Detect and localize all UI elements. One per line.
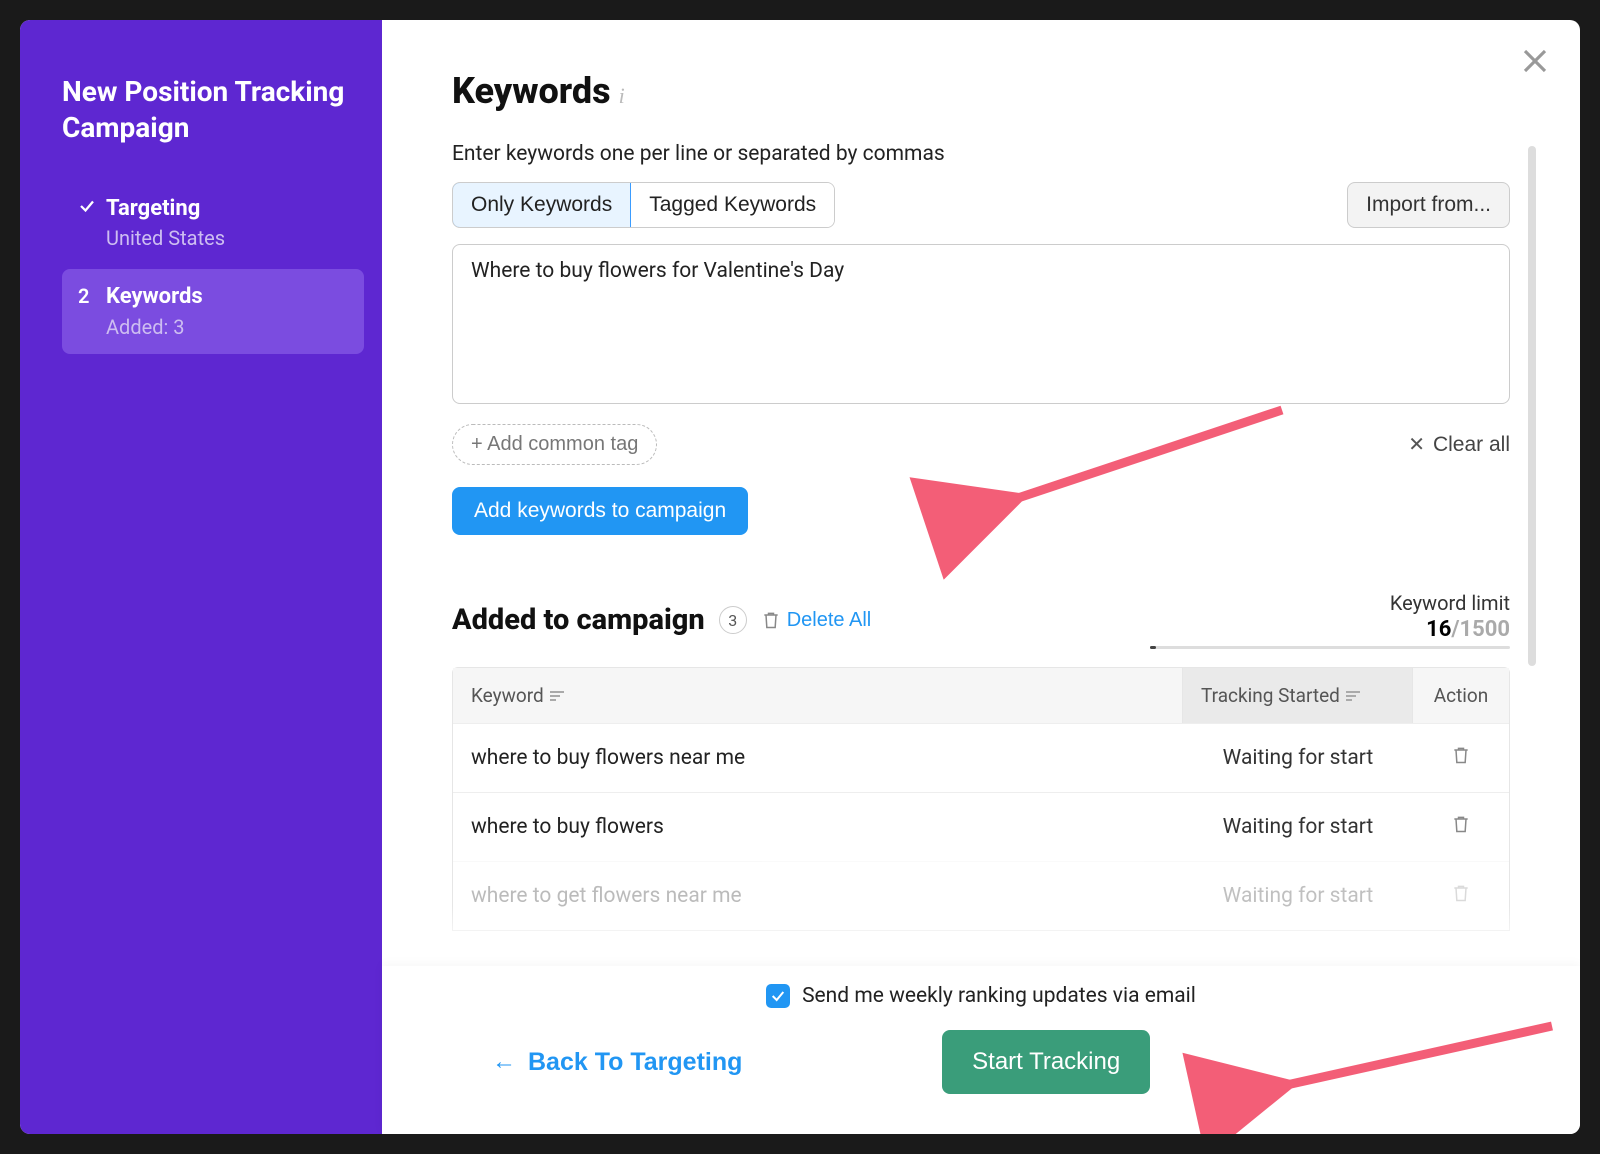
table-row: where to buy flowers near me Waiting for… <box>453 723 1509 792</box>
sort-icon <box>550 691 564 701</box>
td-action <box>1413 793 1509 861</box>
step-label: Keywords <box>106 283 348 311</box>
modal-main: Keywords i Enter keywords one per line o… <box>382 20 1580 1134</box>
step-sub: Added: 3 <box>106 315 348 340</box>
step-sub: United States <box>106 226 348 251</box>
tab-tagged-keywords[interactable]: Tagged Keywords <box>630 183 834 227</box>
keywords-table: Keyword Tracking Started Action where to… <box>452 667 1510 931</box>
add-common-tag-button[interactable]: + Add common tag <box>452 424 657 465</box>
arrow-left-icon: ← <box>492 1048 516 1076</box>
back-button[interactable]: ← Back To Targeting <box>452 1048 742 1077</box>
keywords-textarea[interactable] <box>452 244 1510 404</box>
table-row: where to buy flowers Waiting for start <box>453 792 1509 861</box>
weekly-email-row: Send me weekly ranking updates via email <box>452 984 1510 1008</box>
back-button-label: Back To Targeting <box>528 1048 742 1077</box>
trash-icon <box>761 609 781 631</box>
td-keyword: where to buy flowers <box>453 795 1183 859</box>
delete-row-button[interactable] <box>1451 882 1471 904</box>
scrollbar[interactable] <box>1528 146 1536 666</box>
campaign-sidebar: New Position Tracking Campaign Targeting… <box>20 20 382 1134</box>
added-count-badge: 3 <box>719 606 747 634</box>
sidebar-step-targeting[interactable]: Targeting United States <box>62 181 364 266</box>
sidebar-step-keywords[interactable]: 2 Keywords Added: 3 <box>62 269 364 354</box>
keyword-mode-segment: Only Keywords Tagged Keywords <box>452 182 835 228</box>
delete-all-button[interactable]: Delete All <box>761 609 872 632</box>
content-area: Keywords i Enter keywords one per line o… <box>382 20 1580 966</box>
sort-icon <box>1346 691 1360 701</box>
th-action: Action <box>1413 668 1509 723</box>
info-icon[interactable]: i <box>619 83 625 109</box>
tag-row: + Add common tag ✕ Clear all <box>452 424 1510 465</box>
table-row: where to get flowers near me Waiting for… <box>453 861 1509 930</box>
table-header: Keyword Tracking Started Action <box>453 668 1509 723</box>
th-tracking-started[interactable]: Tracking Started <box>1183 668 1413 723</box>
delete-all-label: Delete All <box>787 609 872 632</box>
td-status: Waiting for start <box>1183 726 1413 790</box>
td-status: Waiting for start <box>1183 795 1413 859</box>
th-keyword[interactable]: Keyword <box>453 668 1183 723</box>
start-tracking-button[interactable]: Start Tracking <box>942 1030 1150 1094</box>
clear-all-label: Clear all <box>1433 433 1510 457</box>
td-action <box>1413 724 1509 792</box>
td-keyword: where to buy flowers near me <box>453 726 1183 790</box>
instruction-text: Enter keywords one per line or separated… <box>452 142 1510 166</box>
td-status: Waiting for start <box>1183 864 1413 928</box>
weekly-email-checkbox[interactable] <box>766 984 790 1008</box>
added-section-header: Added to campaign 3 Delete All Keyword l… <box>452 591 1510 649</box>
weekly-email-label: Send me weekly ranking updates via email <box>802 984 1196 1008</box>
tab-only-keywords[interactable]: Only Keywords <box>452 182 631 228</box>
keyword-limit-bar <box>1150 646 1510 649</box>
delete-row-button[interactable] <box>1451 744 1471 766</box>
added-title: Added to campaign <box>452 603 705 637</box>
td-keyword: where to get flowers near me <box>453 864 1183 928</box>
delete-row-button[interactable] <box>1451 813 1471 835</box>
x-icon: ✕ <box>1408 432 1425 457</box>
position-tracking-modal: New Position Tracking Campaign Targeting… <box>20 20 1580 1134</box>
page-title-text: Keywords <box>452 70 611 112</box>
step-number: 2 <box>78 283 106 340</box>
add-keywords-button[interactable]: Add keywords to campaign <box>452 487 748 535</box>
keyword-limit: Keyword limit 16/1500 <box>1150 591 1510 649</box>
keyword-limit-label: Keyword limit <box>1150 591 1510 615</box>
check-icon <box>78 195 106 252</box>
keyword-limit-max: /1500 <box>1451 617 1510 642</box>
clear-all-button[interactable]: ✕ Clear all <box>1408 432 1510 457</box>
import-button[interactable]: Import from... <box>1347 182 1510 228</box>
step-label: Targeting <box>106 195 348 223</box>
keyword-limit-used: 16 <box>1426 617 1451 642</box>
check-icon <box>770 988 786 1004</box>
keyword-toolbar: Only Keywords Tagged Keywords Import fro… <box>452 182 1510 228</box>
modal-footer: Send me weekly ranking updates via email… <box>382 966 1580 1134</box>
page-title: Keywords i <box>452 70 1510 112</box>
td-action <box>1413 862 1509 930</box>
footer-buttons: ← Back To Targeting Start Tracking <box>452 1030 1510 1094</box>
sidebar-title: New Position Tracking Campaign <box>62 74 364 147</box>
